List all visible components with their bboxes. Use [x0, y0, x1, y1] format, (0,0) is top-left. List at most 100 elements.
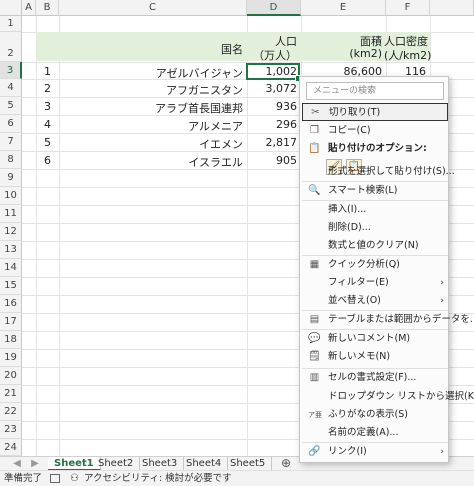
menu-item-label: コピー(C) [328, 125, 371, 136]
menu-item-label: 新しいコメント(M) [328, 333, 411, 344]
menu-item-label: ドロップダウン リストから選択(K)... [328, 391, 474, 402]
menu-item-quick-analysis[interactable]: ▦ クイック分析(Q) [302, 256, 448, 274]
cell-population[interactable]: 3,072 [247, 82, 301, 95]
row-header[interactable]: 12 [0, 223, 22, 241]
column-header-b[interactable]: B [36, 0, 59, 16]
menu-item-label: 新しいメモ(N) [328, 351, 391, 362]
header-population-line2: （万人） [253, 49, 297, 62]
column-header-c[interactable]: C [59, 0, 247, 16]
row-header[interactable]: 2 [0, 32, 22, 62]
cell-population[interactable]: 2,817 [247, 136, 301, 149]
status-bar: 準備完了 ⚇ アクセシビリティ: 検討が必要です [0, 470, 474, 486]
menu-item-clear-contents[interactable]: 数式と値のクリア(N) [302, 237, 448, 255]
quick-analysis-icon: ▦ [309, 259, 320, 270]
row-header[interactable]: 23 [0, 421, 22, 439]
menu-item-label: 貼り付けのオプション: [328, 143, 427, 154]
row-header[interactable]: 4 [0, 79, 22, 97]
menu-search-input[interactable]: メニューの検索 [306, 82, 444, 100]
menu-item-new-note[interactable]: 🗒 新しいメモ(N) [302, 348, 448, 366]
cell-country[interactable]: イエメン [59, 136, 247, 152]
menu-item-label: 切り取り(T) [329, 107, 381, 118]
chevron-right-icon: › [440, 447, 444, 457]
cell-population[interactable]: 905 [247, 154, 301, 167]
menu-item-label: 挿入(I)... [328, 204, 367, 215]
column-header-f[interactable]: F [386, 0, 430, 16]
cell-no[interactable]: 1 [36, 65, 59, 78]
cell-country[interactable]: アルメニア [59, 118, 247, 134]
menu-item-label: 名前の定義(A)... [328, 427, 399, 438]
menu-item-insert[interactable]: 挿入(I)... [302, 201, 448, 219]
tab-sheet3[interactable]: Sheet3 [136, 457, 185, 471]
menu-item-paste-special[interactable]: 形式を選択して貼り付け(S)... [302, 163, 455, 181]
cell-country[interactable]: アゼルバイジャン [59, 65, 247, 81]
cell-country[interactable]: アラブ首長国連邦 [59, 100, 247, 116]
row-header[interactable]: 17 [0, 313, 22, 331]
menu-item-label: 並べ替え(O) [328, 295, 381, 306]
menu-item-table-from-range[interactable]: ▤ テーブルまたは範囲からデータを... [302, 311, 474, 329]
cell-no[interactable]: 3 [36, 100, 59, 113]
row-header[interactable]: 14 [0, 259, 22, 277]
cell-country[interactable]: アフガニスタン [59, 82, 247, 98]
cell-country[interactable]: イスラエル [59, 154, 247, 170]
accessibility-icon: ⚇ [70, 473, 79, 484]
row-header[interactable]: 7 [0, 133, 22, 151]
menu-item-link[interactable]: 🔗 リンク(I) › [302, 443, 448, 461]
menu-item-pick-from-list[interactable]: ドロップダウン リストから選択(K)... [302, 388, 474, 406]
row-header[interactable]: 21 [0, 385, 22, 403]
menu-item-delete[interactable]: 削除(D)... [302, 219, 448, 237]
row-header[interactable]: 22 [0, 403, 22, 421]
cell-no[interactable]: 6 [36, 154, 59, 167]
select-all-corner[interactable] [0, 0, 22, 16]
menu-item-label: ふりがなの表示(S) [328, 409, 408, 420]
menu-item-format-cells[interactable]: ▥ セルの書式設定(F)... [302, 369, 448, 387]
row-header[interactable]: 9 [0, 169, 22, 187]
cell-population[interactable]: 936 [247, 100, 301, 113]
active-cell-d3[interactable] [246, 63, 302, 82]
menu-item-label: テーブルまたは範囲からデータを... [328, 314, 474, 325]
row-header[interactable]: 16 [0, 295, 22, 313]
tab-sheet2[interactable]: Sheet2 [92, 457, 141, 471]
status-ready: 準備完了 [4, 473, 43, 484]
row-header[interactable]: 6 [0, 115, 22, 133]
menu-item-copy[interactable]: ❐ コピー(C) [302, 122, 448, 140]
tab-sheet4[interactable]: Sheet4 [180, 457, 229, 471]
header-country[interactable]: 国名 [59, 41, 247, 57]
column-header-d[interactable]: D [247, 0, 301, 16]
row-header[interactable]: 19 [0, 349, 22, 367]
column-header-e[interactable]: E [301, 0, 386, 16]
prev-sheet-icon[interactable]: ◀ [10, 457, 24, 471]
row-header[interactable]: 15 [0, 277, 22, 295]
column-header-a[interactable]: A [22, 0, 36, 16]
menu-item-sort[interactable]: 並べ替え(O) › [302, 292, 448, 310]
cell-no[interactable]: 5 [36, 136, 59, 149]
cell-no[interactable]: 4 [36, 118, 59, 131]
cell-no[interactable]: 2 [36, 82, 59, 95]
row-header[interactable]: 5 [0, 97, 22, 115]
copy-icon: ❐ [310, 125, 319, 136]
note-icon: 🗒 [308, 351, 321, 362]
add-sheet-icon[interactable]: ⊕ [279, 457, 293, 471]
menu-item-label: クイック分析(Q) [328, 259, 400, 270]
scissors-icon: ✂ [311, 107, 320, 118]
menu-item-define-name[interactable]: 名前の定義(A)... [302, 424, 448, 442]
row-header[interactable]: 24 [0, 439, 22, 456]
row-header[interactable]: 11 [0, 205, 22, 223]
accessibility-status[interactable]: アクセシビリティ: 検討が必要です [84, 471, 232, 486]
row-header[interactable]: 3 [0, 62, 22, 79]
column-header-g[interactable] [430, 0, 474, 16]
cell-population[interactable]: 296 [247, 118, 301, 131]
macro-record-icon[interactable] [50, 474, 60, 483]
menu-item-show-phonetic[interactable]: ア亜 ふりがなの表示(S) [302, 406, 448, 424]
row-header[interactable]: 18 [0, 331, 22, 349]
row-header[interactable]: 20 [0, 367, 22, 385]
row-header[interactable]: 10 [0, 187, 22, 205]
tab-sheet5[interactable]: Sheet5 [224, 457, 273, 471]
row-header[interactable]: 1 [0, 16, 22, 32]
row-header[interactable]: 8 [0, 151, 22, 169]
menu-item-smart-lookup[interactable]: 🔍 スマート検索(L) [302, 182, 448, 200]
menu-item-filter[interactable]: フィルター(E) › [302, 274, 448, 292]
row-header[interactable]: 13 [0, 241, 22, 259]
menu-item-new-comment[interactable]: 💬 新しいコメント(M) [302, 330, 448, 348]
next-sheet-icon[interactable]: ▶ [28, 457, 42, 471]
menu-item-cut[interactable]: ✂ 切り取り(T) [302, 103, 448, 121]
